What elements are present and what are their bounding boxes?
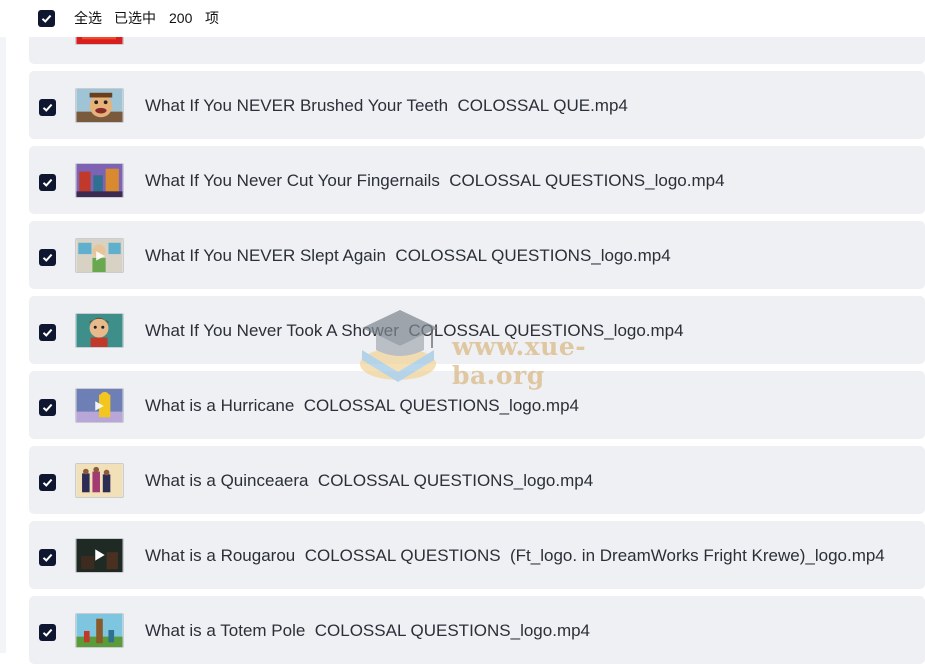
file-row[interactable]: What If You Never Took A Shower COLOSSAL… (29, 296, 925, 364)
checkmark-icon (41, 14, 52, 23)
file-name: What If You NEVER Slept Again COLOSSAL Q… (145, 246, 671, 265)
file-name: What If You Never Took A Shower COLOSSAL… (145, 321, 684, 340)
video-thumbnail (75, 388, 124, 423)
file-list: What If You NEVER Brushed Your Teeth COL… (0, 0, 925, 664)
file-row[interactable]: What is a Rougarou COLOSSAL QUESTIONS (F… (29, 521, 925, 589)
video-thumbnail (75, 238, 124, 273)
file-name: What If You Never Cut Your Fingernails C… (145, 171, 725, 190)
file-name: What is a Hurricane COLOSSAL QUESTIONS_l… (145, 396, 579, 415)
file-row[interactable]: What is a Totem Pole COLOSSAL QUESTIONS_… (29, 596, 925, 664)
file-row[interactable]: What If You Never Cut Your Fingernails C… (29, 146, 925, 214)
selected-unit: 项 (205, 10, 219, 26)
checkmark-icon (42, 103, 53, 112)
row-checkbox[interactable] (39, 549, 56, 566)
selected-label: 已选中 (114, 10, 156, 26)
checkmark-icon (42, 478, 53, 487)
file-name: What is a Totem Pole COLOSSAL QUESTIONS_… (145, 621, 591, 640)
checkmark-icon (42, 628, 53, 637)
checkmark-icon (42, 253, 53, 262)
file-name: What is a Rougarou COLOSSAL QUESTIONS (F… (145, 546, 885, 565)
video-thumbnail (75, 313, 124, 348)
file-name: What is a Quinceaera COLOSSAL QUESTIONS_… (145, 471, 594, 490)
file-row[interactable]: What is a Quinceaera COLOSSAL QUESTIONS_… (29, 446, 925, 514)
file-name: What If You NEVER Brushed Your Teeth COL… (145, 96, 628, 115)
checkmark-icon (42, 328, 53, 337)
video-thumbnail (75, 163, 124, 198)
checkmark-icon (42, 178, 53, 187)
file-row[interactable]: What is a Hurricane COLOSSAL QUESTIONS_l… (29, 371, 925, 439)
row-checkbox[interactable] (39, 174, 56, 191)
select-all-label[interactable]: 全选 (74, 9, 102, 27)
file-row[interactable]: What If You NEVER Brushed Your Teeth COL… (29, 71, 925, 139)
row-checkbox[interactable] (39, 249, 56, 266)
checkmark-icon (42, 553, 53, 562)
row-checkbox[interactable] (39, 399, 56, 416)
row-checkbox[interactable] (39, 324, 56, 341)
file-row[interactable]: What If You NEVER Slept Again COLOSSAL Q… (29, 221, 925, 289)
select-all-checkbox[interactable] (38, 10, 55, 27)
video-thumbnail (75, 613, 124, 648)
video-thumbnail (75, 538, 124, 573)
selection-header: 全选 已选中 200 项 (0, 0, 925, 37)
selected-count: 200 (169, 10, 193, 26)
checkmark-icon (42, 403, 53, 412)
video-thumbnail (75, 88, 124, 123)
row-checkbox[interactable] (39, 474, 56, 491)
row-checkbox[interactable] (39, 624, 56, 641)
video-thumbnail (75, 463, 124, 498)
row-checkbox[interactable] (39, 99, 56, 116)
